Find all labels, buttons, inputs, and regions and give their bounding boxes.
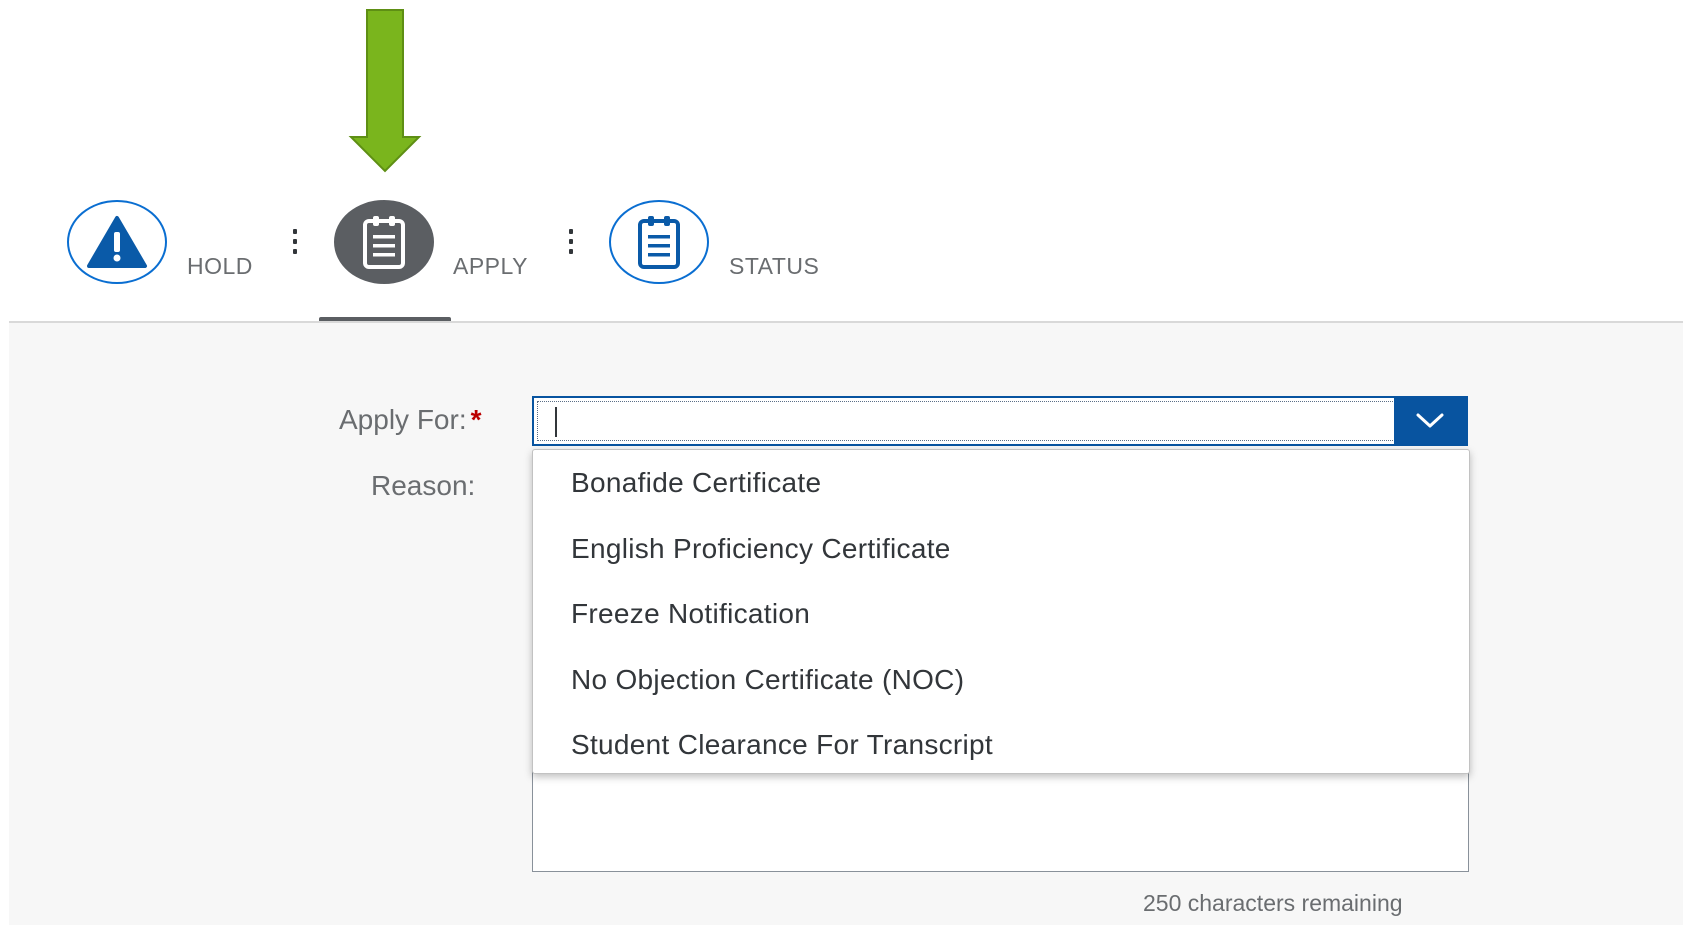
apply-for-dropdown-list: Bonafide Certificate English Proficiency… <box>532 449 1470 774</box>
chevron-down-icon <box>1416 413 1444 428</box>
tab-apply-label[interactable]: APPLY <box>453 253 528 280</box>
text-cursor <box>555 407 557 437</box>
tab-status-icon-button[interactable] <box>609 200 709 284</box>
tab-hold-icon-button[interactable] <box>67 200 167 284</box>
apply-for-combobox[interactable] <box>532 396 1468 446</box>
apply-for-label-text: Apply For: <box>339 404 467 435</box>
green-down-arrow-icon <box>348 9 422 173</box>
warning-icon <box>87 216 147 268</box>
dropdown-option[interactable]: Student Clearance For Transcript <box>533 712 1469 778</box>
dropdown-option[interactable]: Freeze Notification <box>533 581 1469 647</box>
clipboard-icon <box>363 216 405 269</box>
tab-apply-icon-button[interactable] <box>334 200 434 284</box>
apply-for-label: Apply For: * <box>339 404 482 436</box>
required-mark: * <box>470 404 482 435</box>
tab-status-label[interactable]: STATUS <box>729 253 819 280</box>
reason-textarea[interactable] <box>532 770 1469 872</box>
dropdown-toggle-button[interactable] <box>1394 398 1466 444</box>
dropdown-option[interactable]: No Objection Certificate (NOC) <box>533 647 1469 713</box>
tab-hold-label[interactable]: HOLD <box>187 253 253 280</box>
reason-label: Reason: <box>371 470 476 501</box>
characters-remaining-text: 250 characters remaining <box>1143 890 1403 916</box>
apply-for-input[interactable] <box>537 401 1395 441</box>
clipboard-icon <box>638 216 680 269</box>
dropdown-option[interactable]: English Proficiency Certificate <box>533 516 1469 582</box>
tab-separator-icon <box>293 229 299 259</box>
tab-separator-icon <box>569 229 575 259</box>
dropdown-option[interactable]: Bonafide Certificate <box>533 450 1469 516</box>
